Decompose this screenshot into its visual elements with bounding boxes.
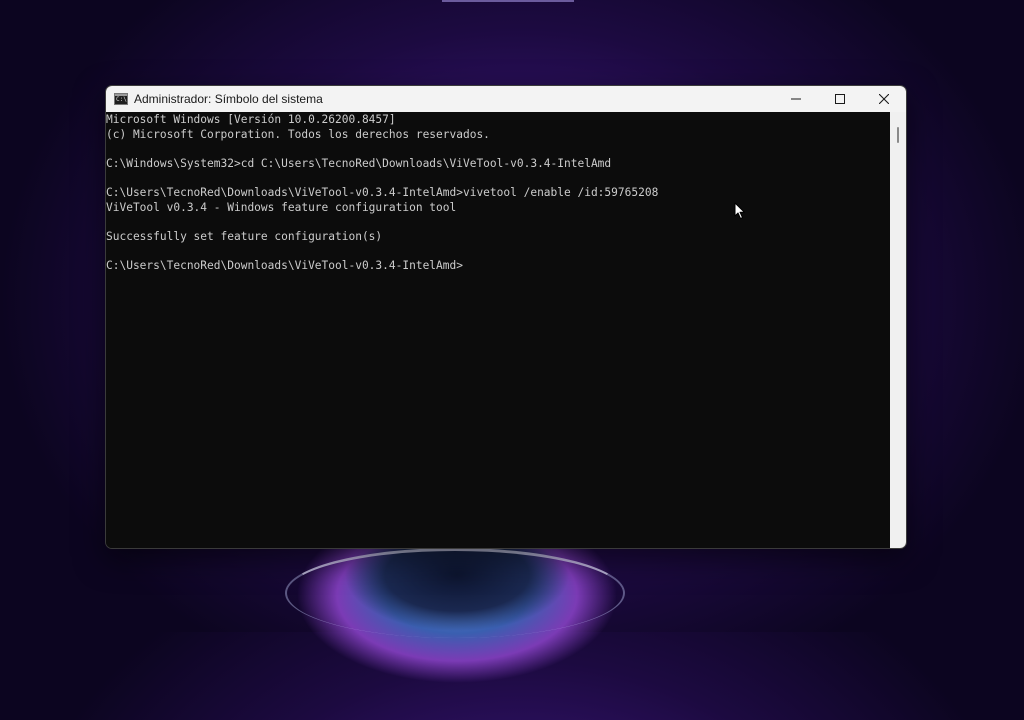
- mouse-pointer-icon: [734, 202, 745, 219]
- console-line: Successfully set feature configuration(s…: [106, 229, 383, 243]
- vertical-scrollbar[interactable]: [890, 112, 906, 548]
- taskbar-edge-strip: [442, 0, 574, 2]
- console-line: C:\Windows\System32>cd C:\Users\TecnoRed…: [106, 156, 612, 170]
- maximize-icon: [835, 94, 845, 104]
- window-title: Administrador: Símbolo del sistema: [134, 92, 323, 106]
- close-button[interactable]: [862, 86, 906, 112]
- wallpaper-bloom-rim: [285, 548, 625, 638]
- close-icon: [879, 94, 889, 104]
- title-bar[interactable]: C:\ Administrador: Símbolo del sistema: [106, 86, 906, 112]
- cmd-app-icon[interactable]: C:\: [114, 93, 128, 105]
- scrollbar-thumb[interactable]: [897, 127, 899, 143]
- console-line: (c) Microsoft Corporation. Todos los der…: [106, 127, 490, 141]
- console-prompt-line: C:\Users\TecnoRed\Downloads\ViVeTool-v0.…: [106, 258, 463, 272]
- console-line: C:\Users\TecnoRed\Downloads\ViVeTool-v0.…: [106, 185, 659, 199]
- caption-buttons: [774, 86, 906, 112]
- console-line: Microsoft Windows [Versión 10.0.26200.84…: [106, 113, 396, 126]
- minimize-button[interactable]: [774, 86, 818, 112]
- app-icon-text: C:\: [116, 96, 127, 103]
- command-prompt-window[interactable]: C:\ Administrador: Símbolo del sistema M…: [105, 85, 907, 549]
- maximize-button[interactable]: [818, 86, 862, 112]
- console-line: ViVeTool v0.3.4 - Windows feature config…: [106, 200, 457, 214]
- console-output[interactable]: Microsoft Windows [Versión 10.0.26200.84…: [106, 112, 892, 548]
- minimize-icon: [791, 98, 801, 100]
